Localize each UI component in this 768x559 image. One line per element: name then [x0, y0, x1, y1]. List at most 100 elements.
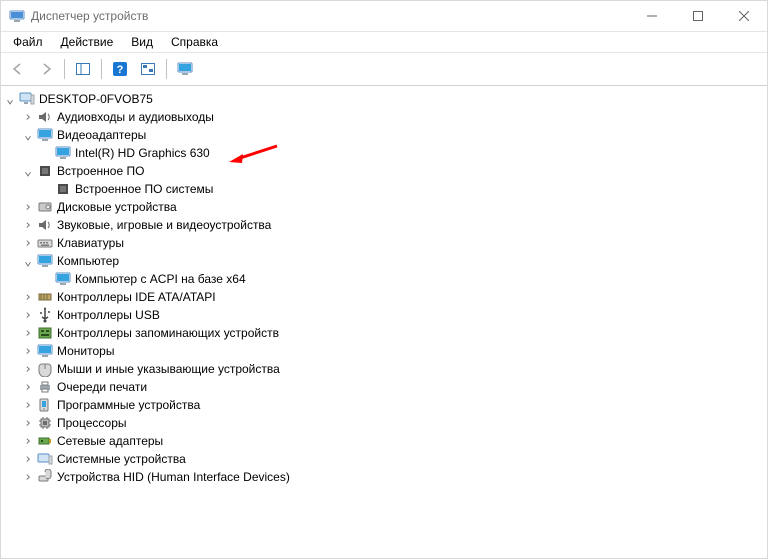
disk-icon	[37, 199, 53, 215]
expand-icon[interactable]: ›	[21, 416, 35, 431]
collapse-icon[interactable]: ⌄	[21, 254, 35, 269]
device-acpi-computer[interactable]: › Компьютер с ACPI на базе x64	[39, 270, 767, 288]
category-computer[interactable]: ⌄ Компьютер	[21, 252, 767, 270]
root-node[interactable]: ⌄ DESKTOP-0FVOB75	[3, 90, 767, 108]
software-device-icon	[37, 397, 53, 413]
expand-icon[interactable]: ›	[21, 308, 35, 323]
node-label: Intel(R) HD Graphics 630	[75, 146, 216, 160]
hid-icon	[37, 469, 53, 485]
monitor-icon	[37, 343, 53, 359]
menu-action[interactable]: Действие	[53, 33, 122, 51]
category-usb[interactable]: › Контроллеры USB	[21, 306, 767, 324]
expand-icon[interactable]: ›	[21, 470, 35, 485]
device-tree[interactable]: ⌄ DESKTOP-0FVOB75 › Аудиовходы и аудиовы…	[1, 86, 767, 558]
monitor-icon	[55, 271, 71, 287]
category-audio[interactable]: › Аудиовходы и аудиовыходы	[21, 108, 767, 126]
node-label: Мыши и иные указывающие устройства	[57, 362, 286, 376]
device-system-firmware[interactable]: › Встроенное ПО системы	[39, 180, 767, 198]
expand-icon[interactable]: ›	[21, 344, 35, 359]
category-software-devices[interactable]: › Программные устройства	[21, 396, 767, 414]
expand-icon[interactable]: ›	[21, 290, 35, 305]
category-network[interactable]: › Сетевые адаптеры	[21, 432, 767, 450]
storage-controller-icon	[37, 325, 53, 341]
node-label: Процессоры	[57, 416, 133, 430]
usb-icon	[37, 307, 53, 323]
toolbar-separator	[64, 59, 65, 79]
forward-button	[33, 56, 59, 82]
category-monitor[interactable]: › Мониторы	[21, 342, 767, 360]
expand-icon[interactable]: ›	[21, 200, 35, 215]
minimize-button[interactable]	[629, 1, 675, 31]
category-processors[interactable]: › Процессоры	[21, 414, 767, 432]
node-label: Видеоадаптеры	[57, 128, 152, 142]
menu-file[interactable]: Файл	[5, 33, 51, 51]
node-label: Контроллеры запоминающих устройств	[57, 326, 285, 340]
category-hid[interactable]: › Устройства HID (Human Interface Device…	[21, 468, 767, 486]
annotation-arrow	[229, 142, 279, 164]
category-storage[interactable]: › Контроллеры запоминающих устройств	[21, 324, 767, 342]
expand-icon[interactable]: ›	[21, 236, 35, 251]
node-label: Программные устройства	[57, 398, 206, 412]
menubar: Файл Действие Вид Справка	[1, 32, 767, 53]
category-video[interactable]: ⌄ Видеоадаптеры	[21, 126, 767, 144]
expand-icon[interactable]: ›	[21, 110, 35, 125]
expand-icon[interactable]: ›	[21, 398, 35, 413]
expand-icon[interactable]: ›	[21, 434, 35, 449]
node-label: Компьютер	[57, 254, 125, 268]
node-label: Контроллеры USB	[57, 308, 166, 322]
node-label: Очереди печати	[57, 380, 153, 394]
show-hide-tree-button[interactable]	[70, 56, 96, 82]
category-mouse[interactable]: › Мыши и иные указывающие устройства	[21, 360, 767, 378]
system-device-icon	[37, 451, 53, 467]
maximize-button[interactable]	[675, 1, 721, 31]
category-disk[interactable]: › Дисковые устройства	[21, 198, 767, 216]
node-label: DESKTOP-0FVOB75	[39, 92, 159, 106]
expand-icon[interactable]: ›	[21, 362, 35, 377]
chip-icon	[55, 181, 71, 197]
collapse-icon[interactable]: ⌄	[21, 128, 35, 143]
collapse-icon[interactable]: ⌄	[3, 92, 17, 107]
mouse-icon	[37, 361, 53, 377]
scan-hardware-button[interactable]	[135, 56, 161, 82]
toolbar-separator	[101, 59, 102, 79]
expand-icon[interactable]: ›	[21, 218, 35, 233]
device-intel-hd-graphics[interactable]: › Intel(R) HD Graphics 630	[39, 144, 767, 162]
expand-icon[interactable]: ›	[21, 326, 35, 341]
close-button[interactable]	[721, 1, 767, 31]
keyboard-icon	[37, 235, 53, 251]
app-icon	[9, 8, 25, 24]
node-label: Устройства HID (Human Interface Devices)	[57, 470, 296, 484]
node-label: Дисковые устройства	[57, 200, 183, 214]
node-label: Сетевые адаптеры	[57, 434, 169, 448]
category-sound[interactable]: › Звуковые, игровые и видеоустройства	[21, 216, 767, 234]
node-label: Аудиовходы и аудиовыходы	[57, 110, 220, 124]
category-ide[interactable]: › Контроллеры IDE ATA/ATAPI	[21, 288, 767, 306]
monitor-button[interactable]	[172, 56, 198, 82]
expand-icon[interactable]: ›	[21, 452, 35, 467]
monitor-icon	[55, 145, 71, 161]
printer-icon	[37, 379, 53, 395]
network-adapter-icon	[37, 433, 53, 449]
category-print-queues[interactable]: › Очереди печати	[21, 378, 767, 396]
cpu-icon	[37, 415, 53, 431]
device-manager-window: Диспетчер устройств Файл Действие Вид Сп…	[0, 0, 768, 559]
menu-help[interactable]: Справка	[163, 33, 226, 51]
toolbar-separator	[166, 59, 167, 79]
speaker-icon	[37, 217, 53, 233]
node-label: Системные устройства	[57, 452, 192, 466]
help-button[interactable]: ?	[107, 56, 133, 82]
category-system-devices[interactable]: › Системные устройства	[21, 450, 767, 468]
node-label: Звуковые, игровые и видеоустройства	[57, 218, 277, 232]
ide-icon	[37, 289, 53, 305]
toolbar: ?	[1, 53, 767, 86]
window-title: Диспетчер устройств	[31, 9, 148, 23]
expand-icon[interactable]: ›	[21, 380, 35, 395]
category-keyboard[interactable]: › Клавиатуры	[21, 234, 767, 252]
menu-view[interactable]: Вид	[123, 33, 161, 51]
category-firmware[interactable]: ⌄ Встроенное ПО	[21, 162, 767, 180]
back-button	[5, 56, 31, 82]
node-label: Встроенное ПО	[57, 164, 150, 178]
node-label: Клавиатуры	[57, 236, 130, 250]
collapse-icon[interactable]: ⌄	[21, 164, 35, 179]
speaker-icon	[37, 109, 53, 125]
